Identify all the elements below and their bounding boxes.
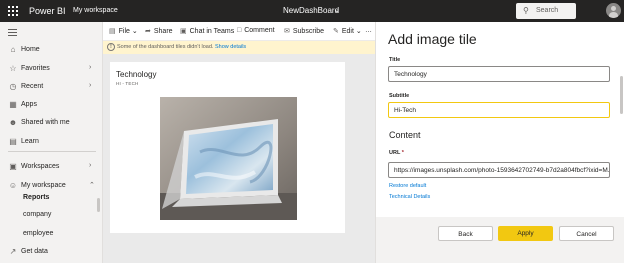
title-label: Title xyxy=(389,57,401,63)
pane-footer: Back Apply Cancel xyxy=(376,217,624,263)
subscribe-button[interactable]: ✉ Subscribe xyxy=(284,27,324,35)
teams-icon: ▣ xyxy=(180,28,187,35)
nav-item-shared[interactable]: ☻ Shared with me xyxy=(0,114,102,132)
laptop-image xyxy=(160,97,297,220)
nav-item-label: Learn xyxy=(21,138,39,145)
top-bar: Power BI My workspace NewDashBoard ⌄ ⚲ S… xyxy=(0,0,624,22)
subtitle-label: Subtitle xyxy=(389,93,410,99)
share-icon: ➦ xyxy=(145,28,151,35)
search-icon: ⚲ xyxy=(523,6,529,15)
required-marker: * xyxy=(401,150,404,156)
home-icon: ⌂ xyxy=(10,45,16,54)
left-nav: ⌂ Home ☆ Favorites › ◷ Recent › ▦ Apps ☻… xyxy=(0,22,103,263)
technical-details-link[interactable]: Technical Details xyxy=(389,194,430,200)
share-label: Share xyxy=(153,28,173,35)
restore-default-link[interactable]: Restore default xyxy=(389,183,426,189)
pencil-icon: ✎ xyxy=(333,28,339,35)
chevron-right-icon: › xyxy=(89,64,92,71)
file-menu[interactable]: ▤ File ⌄ xyxy=(109,27,138,35)
nav-item-label: Shared with me xyxy=(21,119,70,126)
tile-subtitle: HI - TECH xyxy=(116,81,139,86)
nav-sub-company[interactable]: company xyxy=(23,211,51,218)
avatar[interactable] xyxy=(606,3,621,18)
clock-icon: ◷ xyxy=(9,82,17,91)
apply-button[interactable]: Apply xyxy=(498,226,553,241)
chevron-down-icon: ⌄ xyxy=(355,28,362,35)
get-data-icon: ↗ xyxy=(9,247,17,256)
show-details-link[interactable]: Show details xyxy=(215,44,246,50)
comment-label: Comment xyxy=(244,27,275,34)
nav-item-my-workspace[interactable]: ☺ My workspace ⌃ xyxy=(0,177,102,195)
warning-text: Some of the dashboard tiles didn't load.… xyxy=(117,44,246,50)
content-header: Content xyxy=(389,130,421,140)
image-tile[interactable]: Technology HI - TECH xyxy=(110,62,345,233)
warning-icon: ! xyxy=(107,43,115,51)
subscribe-label: Subscribe xyxy=(292,28,325,35)
mail-icon: ✉ xyxy=(284,28,290,35)
workspaces-icon: ▣ xyxy=(9,162,17,171)
nav-item-favorites[interactable]: ☆ Favorites › xyxy=(0,60,102,78)
edit-label: Edit xyxy=(341,28,354,35)
nav-item-label: Workspaces xyxy=(21,163,60,170)
nav-item-label: Recent xyxy=(21,83,44,90)
nav-item-label: Apps xyxy=(21,101,37,108)
nav-divider xyxy=(8,151,96,152)
url-label: URL * xyxy=(389,150,404,156)
subtitle-field[interactable]: Hi-Tech xyxy=(388,102,610,118)
more-options-icon[interactable]: … xyxy=(365,27,372,34)
share-button[interactable]: ➦ Share xyxy=(145,27,173,35)
dashboard-toolbar: ▤ File ⌄ ➦ Share ▣ Chat in Teams □ Comment ✉… xyxy=(103,22,375,41)
nav-sub-reports[interactable]: Reports xyxy=(23,194,49,201)
add-image-tile-pane: Add image tile Title Technology Subtitle… xyxy=(375,22,624,263)
comment-icon: □ xyxy=(237,27,242,34)
back-button[interactable]: Back xyxy=(438,226,493,241)
app-launcher-icon[interactable] xyxy=(8,6,18,16)
url-field[interactable]: https://images.unsplash.com/photo-159364… xyxy=(388,162,610,178)
comment-button[interactable]: □ Comment xyxy=(237,27,275,34)
nav-sub-employee[interactable]: employee xyxy=(23,230,53,237)
star-icon: ☆ xyxy=(9,64,17,73)
nav-item-label: Get data xyxy=(21,248,48,255)
chevron-up-icon: ⌃ xyxy=(89,182,95,189)
dashboard-title[interactable]: NewDashBoard xyxy=(283,6,339,15)
hamburger-icon[interactable] xyxy=(8,29,17,38)
search-box[interactable]: ⚲ Search xyxy=(516,3,576,19)
nav-item-label: My workspace xyxy=(21,182,66,189)
chevron-right-icon: › xyxy=(89,82,92,89)
warning-banner: ! Some of the dashboard tiles didn't loa… xyxy=(103,41,375,54)
book-icon: ▤ xyxy=(9,137,17,146)
nav-item-workspaces[interactable]: ▣ Workspaces › xyxy=(0,158,102,176)
pane-title: Add image tile xyxy=(388,31,477,47)
nav-item-home[interactable]: ⌂ Home xyxy=(0,41,102,59)
chat-in-teams-button[interactable]: ▣ Chat in Teams xyxy=(180,27,234,35)
file-icon: ▤ xyxy=(109,28,116,35)
pane-scrollbar[interactable] xyxy=(620,76,623,114)
chat-label: Chat in Teams xyxy=(189,28,235,35)
title-field[interactable]: Technology xyxy=(388,66,610,82)
nav-scrollbar[interactable] xyxy=(97,198,100,212)
shared-icon: ☻ xyxy=(8,118,18,127)
nav-item-get-data[interactable]: ↗ Get data xyxy=(0,243,102,261)
warning-message: Some of the dashboard tiles didn't load. xyxy=(117,44,214,50)
nav-item-label: Favorites xyxy=(21,65,50,72)
tile-title: Technology xyxy=(116,70,157,79)
nav-item-label: Home xyxy=(21,46,40,53)
dashboard-canvas: Technology HI - TECH xyxy=(103,54,375,263)
breadcrumb-workspace[interactable]: My workspace xyxy=(73,7,118,14)
url-label-text: URL xyxy=(389,150,401,156)
cancel-button[interactable]: Cancel xyxy=(559,226,614,241)
apps-icon: ▦ xyxy=(9,100,17,109)
chevron-down-icon[interactable]: ⌄ xyxy=(334,6,340,14)
person-icon: ☺ xyxy=(8,181,18,190)
chevron-right-icon: › xyxy=(89,162,92,169)
edit-menu[interactable]: ✎ Edit ⌄ xyxy=(333,27,362,35)
app-title[interactable]: Power BI xyxy=(29,6,66,16)
nav-item-recent[interactable]: ◷ Recent › xyxy=(0,78,102,96)
nav-item-learn[interactable]: ▤ Learn xyxy=(0,133,102,151)
search-placeholder: Search xyxy=(536,7,559,14)
nav-item-apps[interactable]: ▦ Apps xyxy=(0,96,102,114)
file-label: File xyxy=(118,28,130,35)
chevron-down-icon: ⌄ xyxy=(131,28,138,35)
